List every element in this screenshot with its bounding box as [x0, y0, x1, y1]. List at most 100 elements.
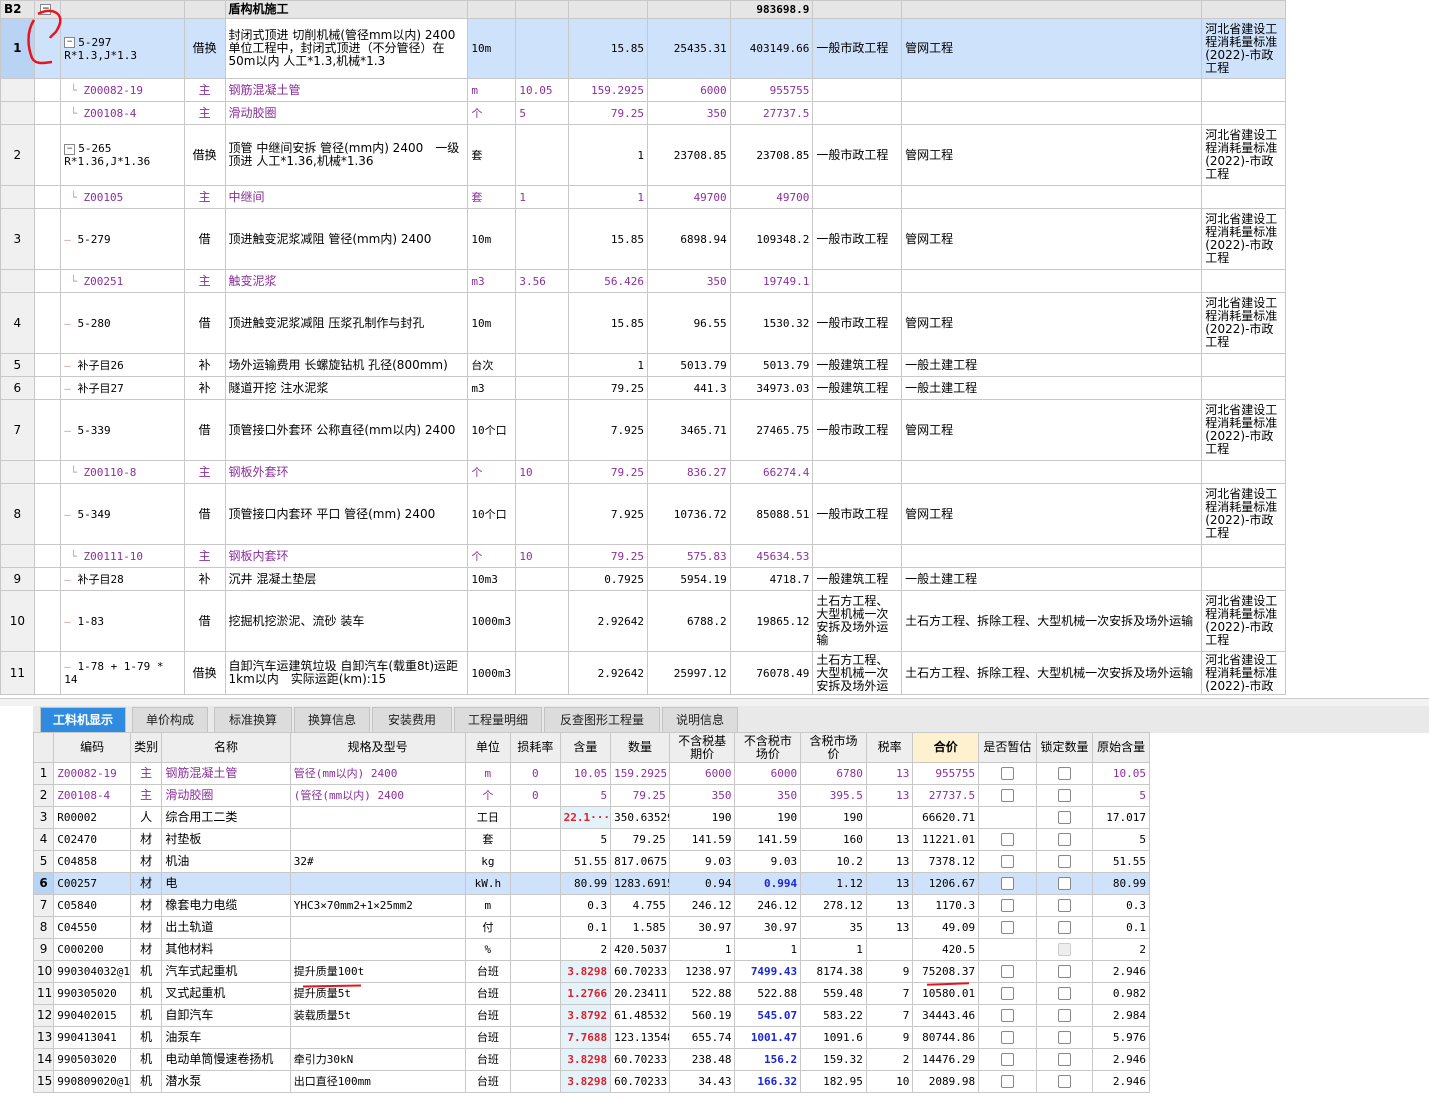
cell-code[interactable]: 990304032@1	[53, 960, 132, 983]
cell-unit[interactable]: %	[464, 938, 512, 961]
item-standard[interactable]	[1201, 567, 1286, 591]
cell-market[interactable]: 166.32	[734, 1070, 802, 1093]
item-standard[interactable]	[1201, 353, 1286, 377]
item-row[interactable]: 11— 1-78 + 1-79 * 14 借换 自卸汽车运建筑垃圾 自卸汽车(载重8…	[0, 651, 1286, 695]
column-header[interactable]: 含量	[559, 732, 612, 763]
item-quantity[interactable]: 79.25	[568, 460, 649, 484]
row-number[interactable]: 9	[0, 567, 35, 591]
item-code-cell[interactable]: — 1-83	[60, 590, 185, 652]
cell-lock-qty[interactable]	[1035, 872, 1094, 895]
cell-orig[interactable]: 2.984	[1092, 1004, 1150, 1027]
cell-taxmarket[interactable]: 583.22	[800, 1004, 867, 1027]
item-standard[interactable]: 河北省建设工程消耗量标准(2022)-市政工程	[1201, 292, 1286, 354]
cell-rate[interactable]: 9	[865, 1026, 914, 1049]
cell-content[interactable]: 3.8792	[559, 1004, 612, 1027]
collapse-minus-icon[interactable]: −	[64, 143, 76, 155]
row-number[interactable]: 10	[33, 960, 55, 983]
item-type[interactable]: 借	[183, 292, 226, 354]
cell-taxmarket[interactable]: 1	[800, 938, 867, 961]
cell-unit[interactable]: 付	[464, 916, 512, 939]
cell-content[interactable]: 2	[559, 938, 612, 961]
cell-taxmarket[interactable]: 1091.6	[800, 1026, 867, 1049]
cell-loss[interactable]	[510, 1026, 561, 1049]
cell-spec[interactable]	[289, 872, 466, 895]
cell-market[interactable]: 7499.43	[734, 960, 802, 983]
row-number[interactable]: 11	[0, 651, 35, 695]
cell-rate[interactable]: 2	[865, 1048, 914, 1071]
item-standard[interactable]: 河北省建设工程消耗量标准(2022)-市政	[1201, 651, 1286, 695]
item-standard[interactable]	[1201, 78, 1286, 102]
resource-row[interactable]: 12 990402015 机自卸汽车 装载质量5t 台班 3.8792 61.48532 56…	[33, 1004, 1150, 1027]
cell-cat[interactable]: 材	[130, 916, 163, 939]
cell-qty[interactable]: 159.2925	[610, 762, 670, 785]
cell-taxmarket[interactable]: 6780	[800, 762, 867, 785]
lock-quantity-checkbox[interactable]	[1057, 1031, 1071, 1044]
lock-quantity-checkbox[interactable]	[1057, 965, 1071, 978]
cell-code[interactable]: C02470	[53, 828, 132, 851]
item-standard[interactable]: 河北省建设工程消耗量标准(2022)-市政工程	[1201, 483, 1286, 545]
cell-cat[interactable]: 机	[130, 1004, 163, 1027]
cell-taxmarket[interactable]: 159.32	[800, 1048, 867, 1071]
item-name[interactable]: 顶管接口内套环 平口 管径(mm) 2400	[224, 483, 469, 545]
item-unit-price[interactable]: 5954.19	[647, 567, 731, 591]
item-name[interactable]: 钢板内套环	[224, 544, 469, 568]
item-unit[interactable]: 10m	[467, 208, 517, 270]
cell-orig[interactable]: 17.017	[1092, 806, 1150, 829]
item-standard[interactable]: 河北省建设工程消耗量标准(2022)-市政工程	[1201, 208, 1286, 270]
row-number[interactable]: 8	[33, 916, 55, 939]
cell-taxmarket[interactable]: 10.2	[800, 850, 867, 873]
cell-unit[interactable]: kg	[464, 850, 512, 873]
resource-row[interactable]: 7 C05840 材橡套电力电缆 YHC3×70mm2+1×25mm2 m 0.3 4.75…	[33, 894, 1150, 917]
item-total[interactable]: 23708.85	[729, 124, 814, 186]
item-unit[interactable]: 个	[467, 544, 517, 568]
item-quantity[interactable]: 79.25	[568, 376, 649, 400]
cell-total[interactable]: 11221.01	[912, 828, 980, 851]
cell-content[interactable]: 5	[559, 784, 612, 807]
cell-taxmarket[interactable]: 35	[800, 916, 867, 939]
item-unit[interactable]: 10个口	[467, 399, 517, 461]
material-row[interactable]: └ Z00251 主触变泥浆 m3 3.56 56.426 350 19749.1	[0, 269, 1286, 293]
item-name[interactable]: 自卸汽车运建筑垃圾 自卸汽车(载重8t)运距1km以内 实际运距(km):15	[224, 651, 469, 695]
item-total[interactable]: 76078.49	[729, 651, 814, 695]
row-number[interactable]: 5	[0, 353, 35, 377]
item-category[interactable]	[901, 269, 1203, 293]
cell-orig[interactable]: 5.976	[1092, 1026, 1150, 1049]
item-unit-price[interactable]: 5013.79	[647, 353, 731, 377]
material-row[interactable]: └ Z00082-19 主钢筋混凝土管 m 10.05 159.2925 6000 9557…	[0, 78, 1286, 102]
row-number[interactable]: 7	[0, 399, 35, 461]
column-header[interactable]: 原始含量	[1092, 732, 1150, 763]
cell-market[interactable]: 1	[734, 938, 802, 961]
cell-code[interactable]: C00257	[53, 872, 132, 895]
cell-name[interactable]: 橡套电力电缆	[161, 894, 291, 917]
item-quantity[interactable]: 1	[568, 353, 649, 377]
cell-base[interactable]: 522.88	[668, 982, 736, 1005]
item-loss[interactable]	[515, 208, 570, 270]
column-header[interactable]: 损耗率	[510, 732, 561, 763]
item-quantity[interactable]: 1	[568, 185, 649, 209]
title-row[interactable]: B2 − 盾构机施工 983698.9	[0, 0, 1286, 19]
item-quantity[interactable]: 7.925	[568, 483, 649, 545]
material-row[interactable]: └ Z00110-8 主钢板外套环个 10 79.25 836.27 66274.4	[0, 460, 1286, 484]
row-number[interactable]: 2	[0, 124, 35, 186]
lock-quantity-checkbox[interactable]	[1057, 1053, 1071, 1066]
item-loss[interactable]	[515, 376, 570, 400]
material-row[interactable]: └ Z00105 主中继间套 1 1 49700 49700	[0, 185, 1286, 209]
item-standard[interactable]	[1201, 460, 1286, 484]
item-quantity[interactable]: 2.92642	[568, 651, 649, 695]
item-loss[interactable]: 3.56	[515, 269, 570, 293]
cell-rate[interactable]: 10	[865, 1070, 914, 1093]
item-unit-price[interactable]: 25435.31	[647, 18, 731, 79]
cell-qty[interactable]: 1283.6915	[610, 872, 670, 895]
cell-name[interactable]: 汽车式起重机	[161, 960, 291, 983]
cell-name[interactable]: 钢筋混凝土管	[161, 762, 291, 785]
item-profession[interactable]: 一般市政工程	[812, 399, 903, 461]
cell-content[interactable]: 0.1	[559, 916, 612, 939]
item-unit-price[interactable]: 350	[647, 269, 731, 293]
item-profession[interactable]: 一般市政工程	[812, 292, 903, 354]
cell-qty[interactable]: 420.5037	[610, 938, 670, 961]
item-quantity[interactable]: 79.25	[568, 101, 649, 125]
item-category[interactable]: 管网工程	[901, 292, 1203, 354]
item-row[interactable]: 2−5-265 R*1.36,J*1.36 借换 顶管 中继间安拆 管径(mm内) 2…	[0, 124, 1286, 186]
item-total[interactable]: 49700	[729, 185, 814, 209]
cell-unit[interactable]: 个	[464, 784, 512, 807]
